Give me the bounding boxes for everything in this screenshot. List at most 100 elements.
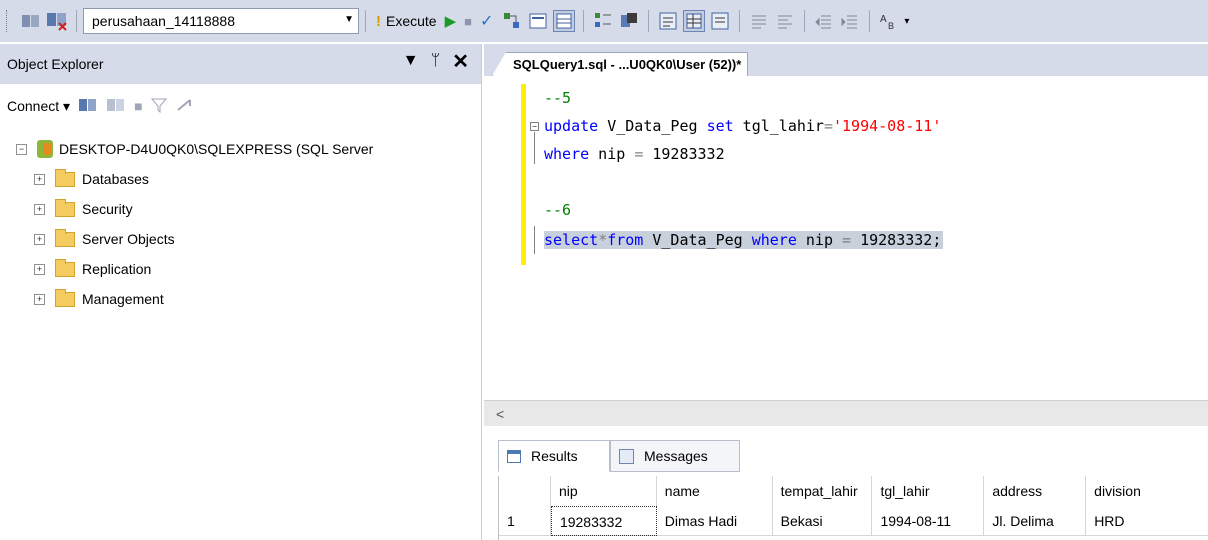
comment-icon[interactable] bbox=[748, 10, 770, 32]
uncomment-icon[interactable] bbox=[774, 10, 796, 32]
toolbar-grip[interactable] bbox=[6, 10, 10, 32]
column-header[interactable]: address bbox=[984, 476, 1087, 506]
refresh-icon[interactable] bbox=[175, 96, 193, 117]
pin-icon[interactable]: ᛘ bbox=[431, 52, 441, 72]
expand-icon[interactable]: + bbox=[34, 293, 45, 305]
specify-values-icon[interactable]: AB bbox=[878, 10, 900, 32]
column-header[interactable]: tempat_lahir bbox=[772, 476, 873, 506]
row-number[interactable]: 1 bbox=[499, 506, 551, 536]
chevron-down-icon[interactable]: ▼ bbox=[344, 14, 354, 25]
toolbar-separator bbox=[76, 10, 77, 32]
cell-tgl-lahir[interactable]: 1994-08-11 bbox=[872, 506, 985, 536]
execute-label: Execute bbox=[386, 13, 437, 29]
column-header[interactable]: tgl_lahir bbox=[872, 476, 985, 506]
object-explorer-panel: Object Explorer ▼ ᛘ ✕ Connect ▾ ■ − DESK… bbox=[0, 44, 482, 540]
fold-guide bbox=[534, 226, 535, 254]
collapse-icon[interactable]: − bbox=[530, 122, 539, 131]
toolbar-overflow-icon[interactable]: ▾ bbox=[904, 16, 909, 27]
results-to-grid-icon[interactable] bbox=[553, 10, 576, 32]
connect-icon[interactable] bbox=[78, 96, 98, 117]
scroll-left-icon[interactable]: < bbox=[496, 406, 504, 422]
tree-node-management[interactable]: + Management bbox=[16, 284, 481, 314]
toolbar-separator bbox=[804, 10, 806, 32]
close-icon[interactable]: ✕ bbox=[452, 52, 469, 72]
collapse-icon[interactable]: − bbox=[16, 143, 27, 155]
include-plan-icon[interactable] bbox=[592, 10, 614, 32]
toolbar-separator bbox=[739, 10, 741, 32]
expand-icon[interactable]: + bbox=[34, 263, 45, 275]
tab-sqlquery1[interactable]: SQLQuery1.sql - ...U0QK0\User (52))* bbox=[492, 52, 749, 76]
results-grid: nip name tempat_lahir tgl_lahir address … bbox=[498, 476, 1208, 540]
column-header[interactable]: nip bbox=[550, 476, 657, 506]
cell-tempat-lahir[interactable]: Bekasi bbox=[773, 506, 873, 536]
expand-icon[interactable]: + bbox=[34, 203, 45, 215]
outdent-icon[interactable] bbox=[813, 10, 835, 32]
object-explorer-toolbar: Connect ▾ ■ bbox=[0, 84, 481, 128]
svg-text:B: B bbox=[888, 21, 894, 31]
grid-icon bbox=[507, 449, 521, 463]
results-to-text-icon[interactable] bbox=[657, 10, 679, 32]
query-editor[interactable]: − --5 update V_Data_Peg set tgl_lahir='1… bbox=[484, 76, 1208, 400]
column-header[interactable]: name bbox=[656, 476, 773, 506]
execute-button[interactable]: ! Execute bbox=[376, 13, 437, 30]
messages-icon bbox=[619, 448, 634, 464]
database-dropdown[interactable]: perusahaan_14118888 ▼ bbox=[83, 8, 359, 34]
column-header[interactable]: division bbox=[1086, 476, 1208, 506]
stop-icon[interactable]: ■ bbox=[464, 14, 472, 29]
connect-icon[interactable] bbox=[20, 10, 42, 32]
results-to-file-icon[interactable] bbox=[709, 10, 731, 32]
parse-check-icon[interactable]: ✓ bbox=[480, 11, 493, 31]
results-tab-bar: Results Messages bbox=[484, 436, 1208, 474]
tree-node-server-objects[interactable]: + Server Objects bbox=[16, 224, 481, 254]
window-position-icon[interactable]: ▼ bbox=[403, 52, 419, 72]
tree-node-security[interactable]: + Security bbox=[16, 194, 481, 224]
tree-node-server[interactable]: − DESKTOP-D4U0QK0\SQLEXPRESS (SQL Server bbox=[16, 134, 481, 164]
tree-node-label: Server Objects bbox=[82, 231, 175, 247]
estimated-plan-icon[interactable] bbox=[501, 10, 523, 32]
change-connection-icon[interactable] bbox=[46, 10, 68, 32]
indent-icon[interactable] bbox=[839, 10, 861, 32]
code-line: --6 bbox=[544, 201, 572, 219]
fold-guide bbox=[534, 132, 535, 164]
expand-icon[interactable]: + bbox=[34, 173, 45, 185]
stop-icon[interactable]: ■ bbox=[134, 98, 142, 114]
client-statistics-icon[interactable] bbox=[618, 10, 640, 32]
tab-results[interactable]: Results bbox=[498, 440, 610, 472]
tree-node-label: Management bbox=[82, 291, 164, 307]
tab-results-label: Results bbox=[531, 448, 578, 464]
editor-horizontal-scrollbar[interactable]: < bbox=[484, 400, 1208, 426]
server-label: DESKTOP-D4U0QK0\SQLEXPRESS (SQL Server bbox=[59, 141, 374, 157]
tree-node-label: Replication bbox=[82, 261, 152, 277]
play-icon[interactable]: ▶ bbox=[445, 12, 457, 30]
object-explorer-tree: − DESKTOP-D4U0QK0\SQLEXPRESS (SQL Server… bbox=[0, 128, 481, 314]
cell-division[interactable]: HRD bbox=[1086, 506, 1208, 536]
folder-icon bbox=[55, 258, 75, 277]
object-explorer-title: Object Explorer bbox=[7, 56, 104, 72]
table-row[interactable]: 1 19283332 Dimas Hadi Bekasi 1994-08-11 … bbox=[499, 506, 1208, 536]
results-grid-toggle-icon[interactable] bbox=[683, 10, 706, 32]
main-toolbar: perusahaan_14118888 ▼ ! Execute ▶ ■ ✓ A … bbox=[0, 0, 1208, 42]
grid-header-row: nip name tempat_lahir tgl_lahir address … bbox=[499, 476, 1208, 506]
cell-address[interactable]: Jl. Delima bbox=[984, 506, 1087, 536]
exclamation-icon: ! bbox=[376, 12, 381, 30]
tree-node-databases[interactable]: + Databases bbox=[16, 164, 481, 194]
tree-node-replication[interactable]: + Replication bbox=[16, 254, 481, 284]
query-options-icon[interactable] bbox=[527, 10, 549, 32]
document-tab-strip: SQLQuery1.sql - ...U0QK0\User (52))* bbox=[484, 44, 1208, 76]
tab-messages-label: Messages bbox=[644, 448, 708, 464]
database-name: perusahaan_14118888 bbox=[92, 13, 235, 29]
filter-icon[interactable] bbox=[150, 97, 167, 116]
disconnect-icon[interactable] bbox=[106, 96, 126, 117]
change-tracking-bar bbox=[521, 84, 526, 265]
expand-icon[interactable]: + bbox=[34, 233, 45, 245]
cell-nip[interactable]: 19283332 bbox=[550, 506, 657, 536]
tab-messages[interactable]: Messages bbox=[610, 440, 740, 472]
object-explorer-header: Object Explorer ▼ ᛘ ✕ bbox=[0, 44, 481, 84]
server-icon bbox=[37, 140, 53, 158]
cell-name[interactable]: Dimas Hadi bbox=[657, 506, 773, 536]
folder-icon bbox=[55, 228, 75, 247]
code-line: update V_Data_Peg set tgl_lahir='1994-08… bbox=[544, 117, 942, 135]
folder-icon bbox=[55, 198, 75, 217]
toolbar-separator bbox=[365, 10, 366, 32]
connect-button[interactable]: Connect ▾ bbox=[7, 98, 70, 115]
